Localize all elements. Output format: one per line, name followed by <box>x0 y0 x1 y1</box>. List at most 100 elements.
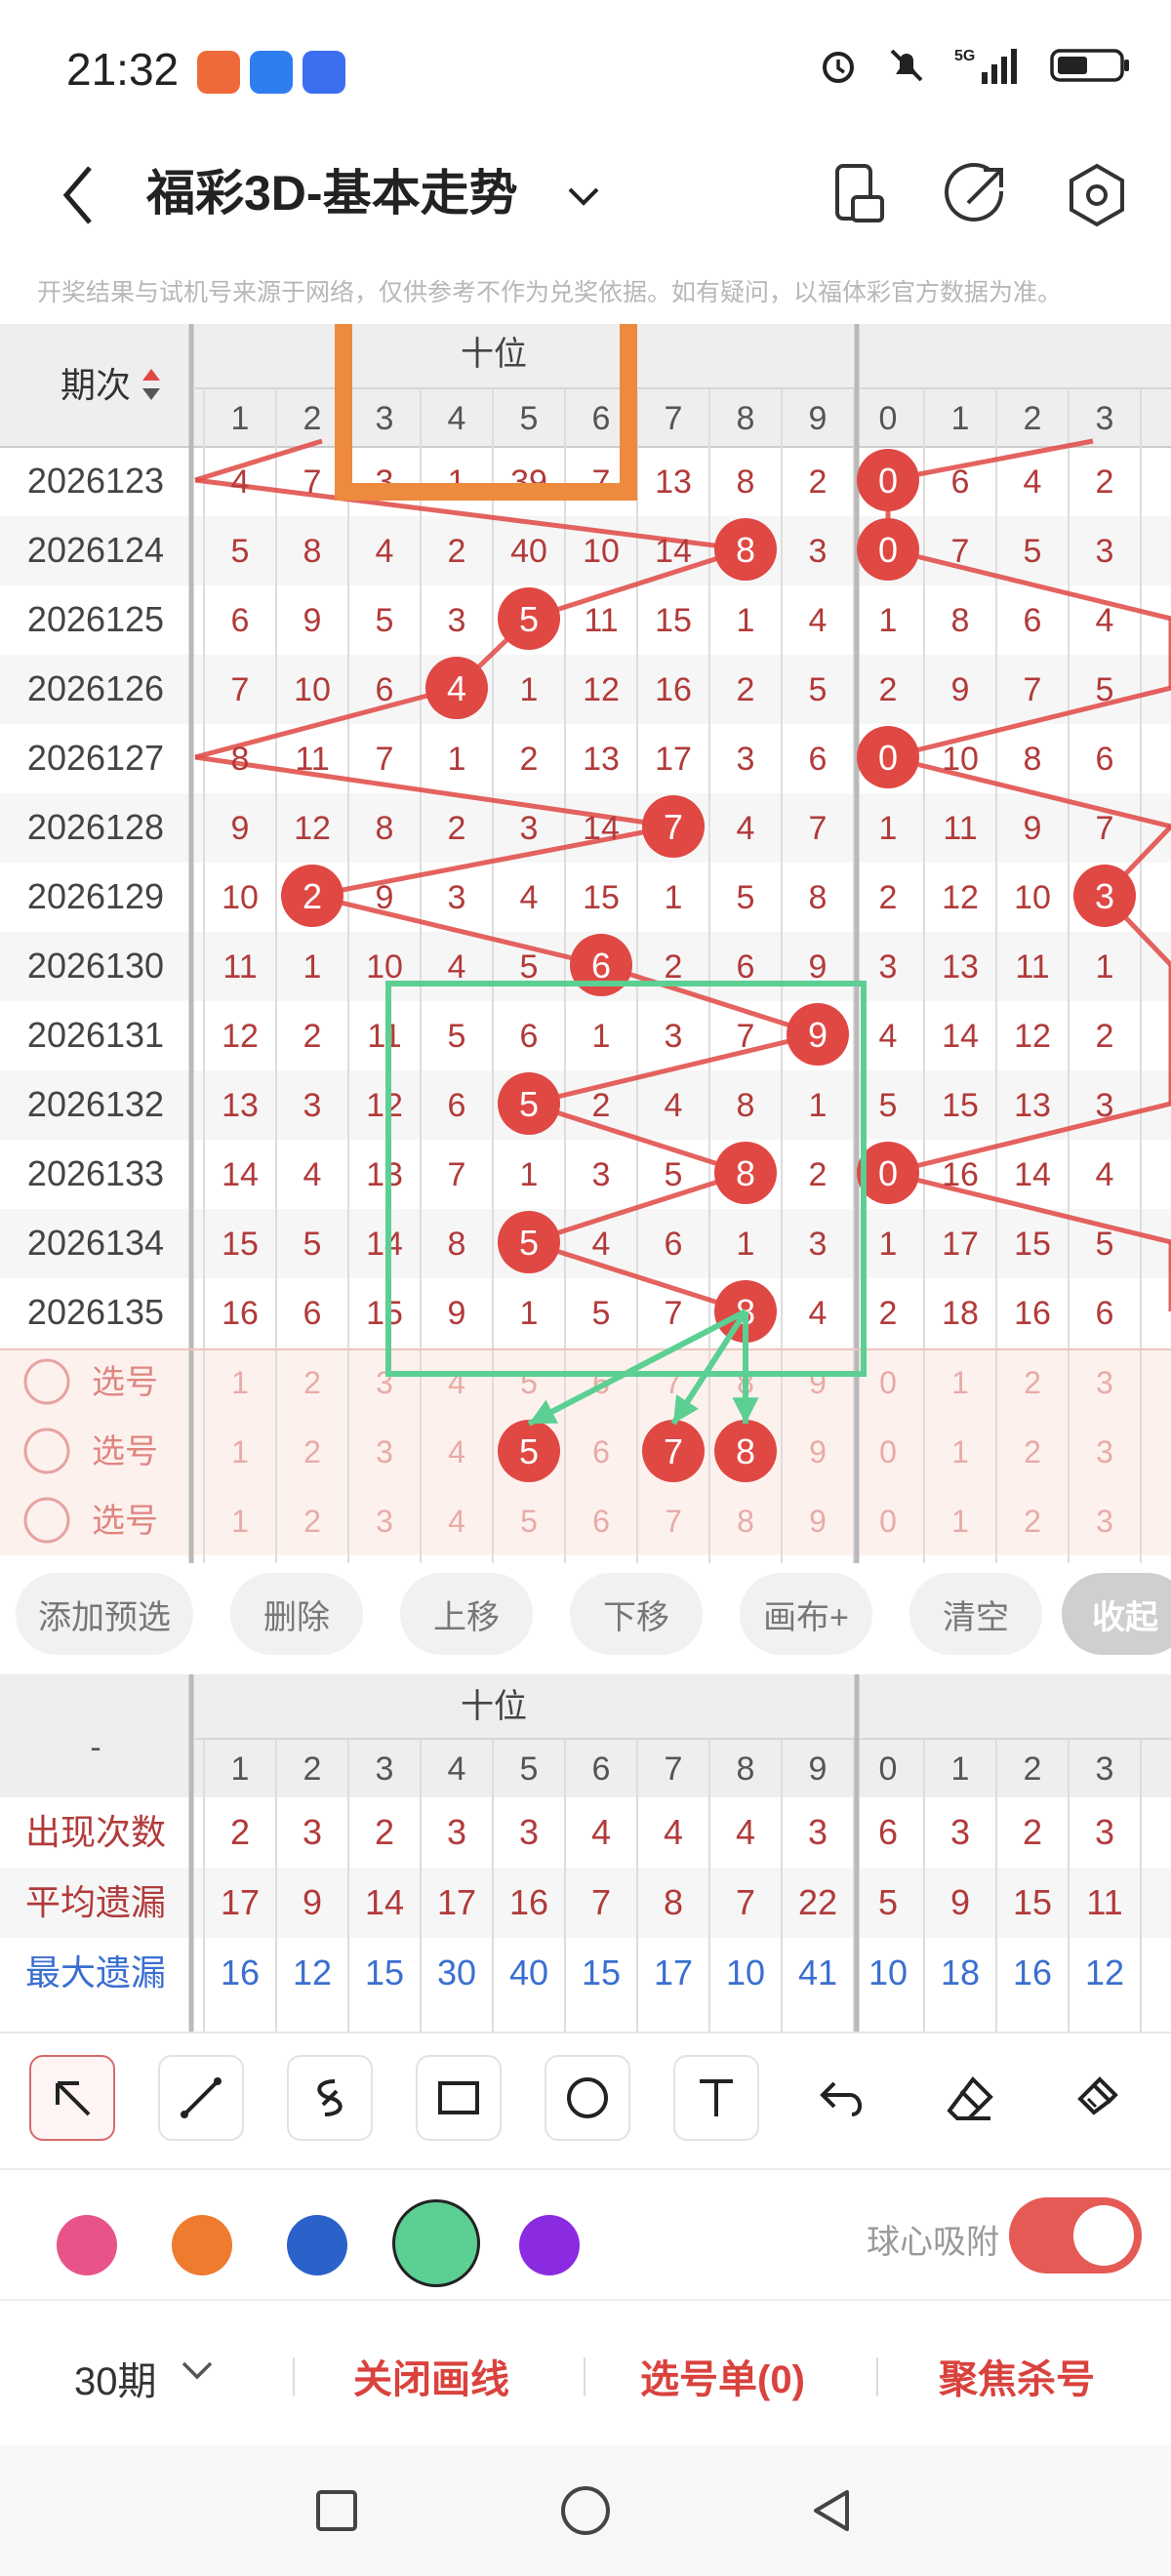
back-button[interactable] <box>49 156 107 234</box>
pick-number: 9 <box>809 1365 827 1400</box>
stat-value: 7 <box>736 1882 755 1922</box>
stat-value: 18 <box>941 1952 980 1992</box>
column-header: 3 <box>376 400 394 437</box>
miss-count: 2 <box>592 1087 611 1124</box>
miss-count: 5 <box>303 1226 322 1263</box>
miss-count: 15 <box>366 1295 403 1332</box>
miss-count: 8 <box>376 810 394 847</box>
focus-kill-button[interactable]: 聚焦杀号 <box>939 2348 1095 2404</box>
miss-count: 5 <box>879 1087 898 1124</box>
miss-count: 7 <box>809 810 828 847</box>
stat-value: 41 <box>798 1952 837 1992</box>
back-nav-button[interactable] <box>788 2467 876 2555</box>
app-notification-icon <box>197 51 240 94</box>
app-notification-icon <box>303 51 345 94</box>
miss-count: 18 <box>942 1295 979 1332</box>
undo-button[interactable] <box>800 2055 886 2141</box>
text-tool-button[interactable] <box>673 2055 759 2141</box>
rectangle-tool-button[interactable] <box>416 2055 502 2141</box>
color-swatch-green[interactable] <box>392 2199 480 2287</box>
miss-count: 10 <box>942 741 979 778</box>
eraser-button[interactable] <box>927 2055 1013 2141</box>
group-label-tens: 十位 <box>461 1688 527 1725</box>
pick-list-button[interactable]: 选号单(0) <box>640 2348 805 2404</box>
issue-number: 2026125 <box>27 599 164 639</box>
miss-count: 5 <box>737 879 755 916</box>
chevron-down-icon[interactable] <box>564 176 603 215</box>
page-title[interactable]: 福彩3D-基本走势 <box>146 154 518 224</box>
miss-count: 5 <box>809 671 828 708</box>
settings-icon[interactable] <box>1060 158 1134 232</box>
rotate-screen-icon[interactable] <box>820 158 894 232</box>
share-icon[interactable] <box>939 158 1013 232</box>
stat-value: 10 <box>726 1952 765 1992</box>
pick-number: 6 <box>592 1434 610 1469</box>
miss-count: 8 <box>809 879 828 916</box>
recent-apps-button[interactable] <box>293 2467 381 2555</box>
miss-count: 8 <box>1024 741 1042 778</box>
stat-label: 出现次数 <box>25 1812 166 1852</box>
miss-count: 12 <box>583 671 620 708</box>
color-swatch-pink[interactable] <box>57 2215 117 2275</box>
snap-toggle[interactable] <box>1009 2197 1142 2274</box>
miss-count: 11 <box>1015 948 1049 986</box>
hit-ball-number: 5 <box>519 1223 539 1263</box>
stat-value: 17 <box>221 1882 260 1922</box>
issue-number: 2026132 <box>27 1084 164 1124</box>
divider <box>584 2357 586 2396</box>
column-header: 0 <box>879 1751 898 1788</box>
pick-label: 选号 <box>92 1503 158 1540</box>
chevron-down-icon[interactable] <box>180 2355 215 2385</box>
miss-count: 3 <box>737 741 755 778</box>
canvas-add-button[interactable]: 画布+ <box>740 1573 872 1655</box>
network-label: 5G <box>954 48 975 64</box>
period-selector[interactable]: 30期 <box>74 2350 157 2406</box>
pick-number: 2 <box>303 1434 321 1469</box>
arrow-tool-button[interactable] <box>29 2055 115 2141</box>
stat-value: 8 <box>664 1882 683 1922</box>
miss-count: 4 <box>520 879 539 916</box>
move-down-button[interactable]: 下移 <box>570 1573 703 1655</box>
miss-count: 9 <box>809 948 828 986</box>
pick-number: 2 <box>1024 1365 1041 1400</box>
pick-number: 7 <box>665 1365 682 1400</box>
clear-brush-button[interactable] <box>1054 2055 1140 2141</box>
miss-count: 4 <box>1024 463 1042 501</box>
column-header: 8 <box>737 1751 755 1788</box>
miss-count: 2 <box>1096 1018 1114 1055</box>
freehand-tool-button[interactable] <box>287 2055 373 2141</box>
circle-icon <box>561 2486 610 2535</box>
miss-count: 4 <box>809 1295 828 1332</box>
stat-value: 3 <box>808 1812 828 1852</box>
color-swatch-orange[interactable] <box>172 2215 232 2275</box>
clear-button[interactable]: 清空 <box>909 1573 1042 1655</box>
stat-value: 14 <box>365 1882 404 1922</box>
move-up-button[interactable]: 上移 <box>400 1573 533 1655</box>
rectangle-icon <box>438 2081 479 2114</box>
selected-ball-number: 8 <box>736 1431 755 1471</box>
color-swatch-purple[interactable] <box>519 2215 580 2275</box>
miss-count: 3 <box>448 602 466 639</box>
color-swatch-blue[interactable] <box>287 2215 347 2275</box>
miss-count: 13 <box>942 948 979 986</box>
miss-count: 1 <box>592 1018 611 1055</box>
pick-number: 4 <box>448 1434 465 1469</box>
circle-tool-button[interactable] <box>545 2055 630 2141</box>
miss-count: 2 <box>303 1018 322 1055</box>
miss-count: 4 <box>879 1018 898 1055</box>
miss-count: 13 <box>1014 1087 1051 1124</box>
collapse-button[interactable]: 收起 <box>1062 1573 1171 1655</box>
line-tool-button[interactable] <box>158 2055 244 2141</box>
miss-count: 3 <box>1096 533 1114 570</box>
add-preselect-button[interactable]: 添加预选 <box>16 1573 193 1655</box>
pick-label: 选号 <box>92 1433 158 1470</box>
title-bar: 福彩3D-基本走势 <box>0 137 1171 254</box>
home-button[interactable] <box>542 2467 629 2555</box>
miss-count: 13 <box>583 741 620 778</box>
trend-chart[interactable]: 期次 十位 1 2 3 4 5 6 7 8 9 0 1 2 3 2026123 4 7 3 1 39 7 13 8 2 0 6 4 2 2… <box>0 324 1171 1563</box>
miss-count: 5 <box>231 533 250 570</box>
hit-ball-number: 3 <box>1095 876 1114 916</box>
delete-button[interactable]: 删除 <box>230 1573 363 1655</box>
miss-count: 3 <box>809 533 828 570</box>
close-lines-button[interactable]: 关闭画线 <box>353 2348 509 2404</box>
